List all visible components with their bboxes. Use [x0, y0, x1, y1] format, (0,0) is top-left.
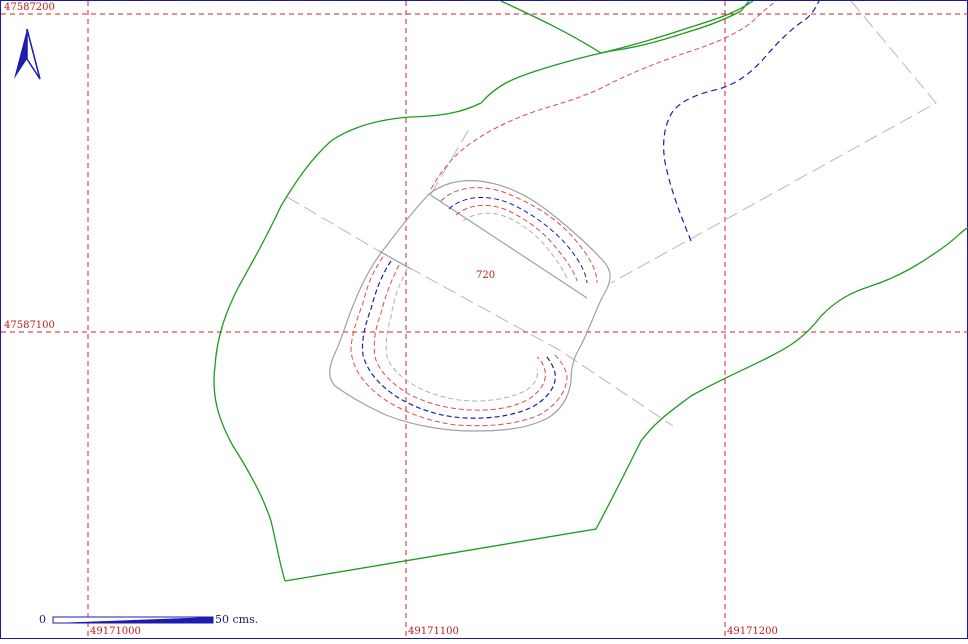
scale-bar: 0 50 cms. [39, 613, 258, 626]
map-canvas[interactable]: 49171000 49171100 49171200 47587200 4758… [0, 0, 968, 640]
scale-label-start: 0 [39, 613, 46, 626]
green-boundary-main [284, 226, 968, 582]
lower-contour-gray [385, 268, 538, 402]
map-svg: 49171000 49171100 49171200 47587200 4758… [1, 0, 968, 640]
grid-label-y-2: 47587100 [4, 320, 55, 331]
upper-contour-red-inner [455, 204, 578, 282]
gray-dashed-lines [286, 0, 937, 427]
north-arrow-icon [14, 28, 41, 80]
blue-contour-stream [663, 0, 820, 242]
green-boundary-top [500, 0, 754, 54]
grid-label-y-1: 47587200 [4, 2, 55, 13]
grid-label-x-1: 49171000 [90, 626, 141, 637]
upper-lobe-contours [440, 187, 598, 284]
upper-contour-blue [448, 197, 588, 284]
green-boundaries [213, 0, 968, 582]
parcel-label: 720 [476, 270, 495, 281]
gray-dashed-line-upper [610, 0, 937, 284]
grid-lines [1, 1, 968, 640]
excavation-cut-line [428, 193, 588, 299]
grid-label-x-3: 49171200 [727, 626, 778, 637]
gray-dashed-line-diagonal [286, 196, 674, 427]
red-contour-upper [430, 0, 777, 190]
lower-contour-red-inner [373, 264, 546, 411]
lower-contour-blue [361, 260, 556, 419]
lower-lobe-contours [350, 256, 568, 427]
scale-label-end: 50 cms. [215, 613, 258, 626]
green-boundary-west [213, 0, 750, 582]
upper-contour-red-outer [440, 187, 598, 284]
grid-label-x-2: 49171100 [408, 626, 459, 637]
